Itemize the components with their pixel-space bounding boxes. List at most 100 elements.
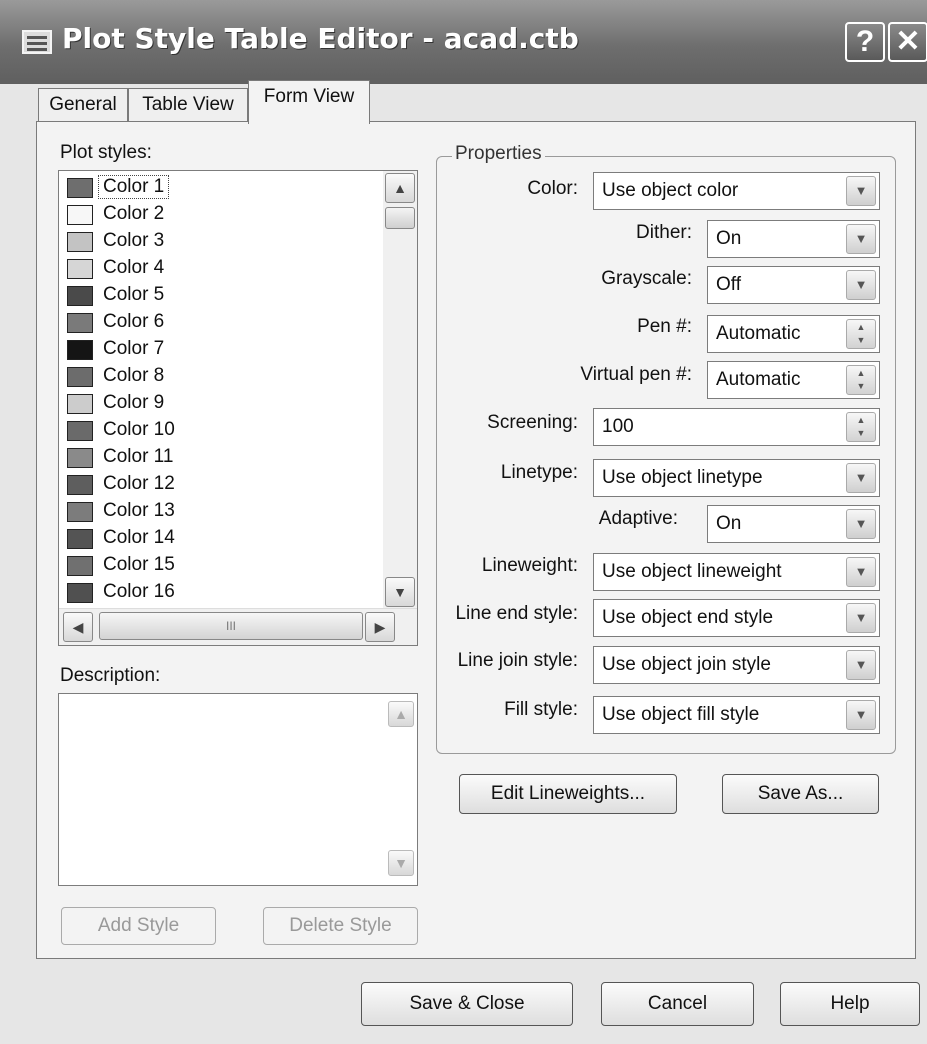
screening-stepper[interactable]: 100 ▲ ▼ — [593, 408, 880, 446]
color-value: Use object color — [602, 180, 739, 201]
list-item-label: Color 14 — [103, 527, 175, 548]
scroll-down-icon[interactable]: ▼ — [385, 577, 415, 607]
tab-form-view[interactable]: Form View — [248, 80, 370, 124]
vertical-scrollbar[interactable]: ▲ ▼ — [383, 171, 417, 609]
title-bar: Plot Style Table Editor - acad.ctb ? ✕ — [0, 0, 927, 84]
save-close-button[interactable]: Save & Close — [361, 982, 573, 1026]
color-label: Color: — [527, 178, 578, 199]
pen-stepper[interactable]: Automatic ▲ ▼ — [707, 315, 880, 353]
save-as-button[interactable]: Save As... — [722, 774, 879, 814]
close-button[interactable]: ✕ — [888, 22, 927, 62]
dither-label: Dither: — [636, 222, 692, 243]
edit-lineweights-button[interactable]: Edit Lineweights... — [459, 774, 677, 814]
line-end-style-value: Use object end style — [602, 607, 774, 628]
color-swatch — [67, 313, 93, 333]
list-item[interactable]: Color 4 — [63, 256, 373, 283]
list-item[interactable]: Color 1 — [63, 175, 373, 202]
linetype-dropdown[interactable]: Use object linetype ▼ — [593, 459, 880, 497]
help-button[interactable]: Help — [780, 982, 920, 1026]
help-title-button[interactable]: ? — [845, 22, 885, 62]
line-join-style-label: Line join style: — [457, 650, 578, 671]
chevron-down-icon[interactable]: ▼ — [846, 700, 876, 730]
chevron-down-icon[interactable]: ▼ — [846, 557, 876, 587]
virtual-pen-label: Virtual pen #: — [580, 364, 692, 385]
chevron-down-icon[interactable]: ▼ — [846, 176, 876, 206]
color-swatch — [67, 286, 93, 306]
adaptive-dropdown[interactable]: On ▼ — [707, 505, 880, 543]
list-item[interactable]: Color 6 — [63, 310, 373, 337]
spinner-icon[interactable]: ▲ ▼ — [846, 319, 876, 349]
grayscale-value: Off — [716, 274, 741, 295]
cancel-button[interactable]: Cancel — [601, 982, 754, 1026]
tab-general[interactable]: General — [38, 88, 128, 122]
fill-style-dropdown[interactable]: Use object fill style ▼ — [593, 696, 880, 734]
linetype-label: Linetype: — [500, 462, 578, 483]
list-item[interactable]: Color 13 — [63, 499, 373, 526]
color-swatch — [67, 529, 93, 549]
scroll-left-icon[interactable]: ◀ — [63, 612, 93, 642]
list-item[interactable]: Color 3 — [63, 229, 373, 256]
horizontal-scroll-thumb[interactable]: III — [99, 612, 363, 640]
list-item[interactable]: Color 2 — [63, 202, 373, 229]
color-swatch — [67, 340, 93, 360]
list-item-label: Color 1 — [97, 175, 170, 199]
color-swatch — [67, 421, 93, 441]
delete-style-button[interactable]: Delete Style — [263, 907, 418, 945]
list-item-label: Color 3 — [103, 230, 165, 251]
screening-value: 100 — [602, 416, 634, 437]
desc-scroll-up-icon[interactable]: ▲ — [388, 701, 414, 727]
list-item-label: Color 12 — [103, 473, 175, 494]
fill-style-label: Fill style: — [504, 699, 578, 720]
list-item[interactable]: Color 5 — [63, 283, 373, 310]
lineweight-dropdown[interactable]: Use object lineweight ▼ — [593, 553, 880, 591]
plot-styles-list[interactable]: Color 1 Color 2 Color 3 Color 4 Color 5 Color… — [58, 170, 418, 646]
dither-dropdown[interactable]: On ▼ — [707, 220, 880, 258]
tab-table-view[interactable]: Table View — [128, 88, 248, 122]
list-item[interactable]: Color 16 — [63, 580, 373, 607]
properties-group-label: Properties — [452, 143, 545, 165]
description-textarea[interactable]: ▲ ▼ — [58, 693, 418, 886]
chevron-down-icon[interactable]: ▼ — [846, 270, 876, 300]
lineweight-value: Use object lineweight — [602, 561, 782, 582]
list-item-label: Color 2 — [103, 203, 165, 224]
grayscale-dropdown[interactable]: Off ▼ — [707, 266, 880, 304]
line-join-style-value: Use object join style — [602, 654, 771, 675]
chevron-down-icon[interactable]: ▼ — [846, 224, 876, 254]
list-item[interactable]: Color 12 — [63, 472, 373, 499]
chevron-down-icon[interactable]: ▼ — [846, 603, 876, 633]
linetype-value: Use object linetype — [602, 467, 763, 488]
list-item-label: Color 16 — [103, 581, 175, 602]
list-item[interactable]: Color 7 — [63, 337, 373, 364]
list-item[interactable]: Color 10 — [63, 418, 373, 445]
color-swatch — [67, 448, 93, 468]
fill-style-value: Use object fill style — [602, 704, 760, 725]
adaptive-value: On — [716, 513, 742, 534]
line-end-style-dropdown[interactable]: Use object end style ▼ — [593, 599, 880, 637]
adaptive-label: Adaptive: — [598, 508, 678, 529]
list-item-label: Color 4 — [103, 257, 165, 278]
line-join-style-dropdown[interactable]: Use object join style ▼ — [593, 646, 880, 684]
desc-scroll-down-icon[interactable]: ▼ — [388, 850, 414, 876]
list-item-label: Color 6 — [103, 311, 165, 332]
list-item[interactable]: Color 11 — [63, 445, 373, 472]
chevron-down-icon[interactable]: ▼ — [846, 509, 876, 539]
color-dropdown[interactable]: Use object color ▼ — [593, 172, 880, 210]
scroll-up-icon[interactable]: ▲ — [385, 173, 415, 203]
spinner-icon[interactable]: ▲ ▼ — [846, 365, 876, 395]
list-item[interactable]: Color 8 — [63, 364, 373, 391]
add-style-button[interactable]: Add Style — [61, 907, 216, 945]
list-item-label: Color 8 — [103, 365, 165, 386]
window-title: Plot Style Table Editor - acad.ctb — [62, 22, 579, 55]
virtual-pen-value: Automatic — [716, 369, 801, 390]
list-item[interactable]: Color 9 — [63, 391, 373, 418]
list-item[interactable]: Color 15 — [63, 553, 373, 580]
list-item-label: Color 11 — [103, 446, 174, 467]
spinner-icon[interactable]: ▲ ▼ — [846, 412, 876, 442]
horizontal-scrollbar[interactable]: ◀ III ▶ — [59, 608, 417, 645]
scroll-thumb[interactable] — [385, 207, 415, 229]
chevron-down-icon[interactable]: ▼ — [846, 463, 876, 493]
virtual-pen-stepper[interactable]: Automatic ▲ ▼ — [707, 361, 880, 399]
scroll-right-icon[interactable]: ▶ — [365, 612, 395, 642]
chevron-down-icon[interactable]: ▼ — [846, 650, 876, 680]
list-item[interactable]: Color 14 — [63, 526, 373, 553]
